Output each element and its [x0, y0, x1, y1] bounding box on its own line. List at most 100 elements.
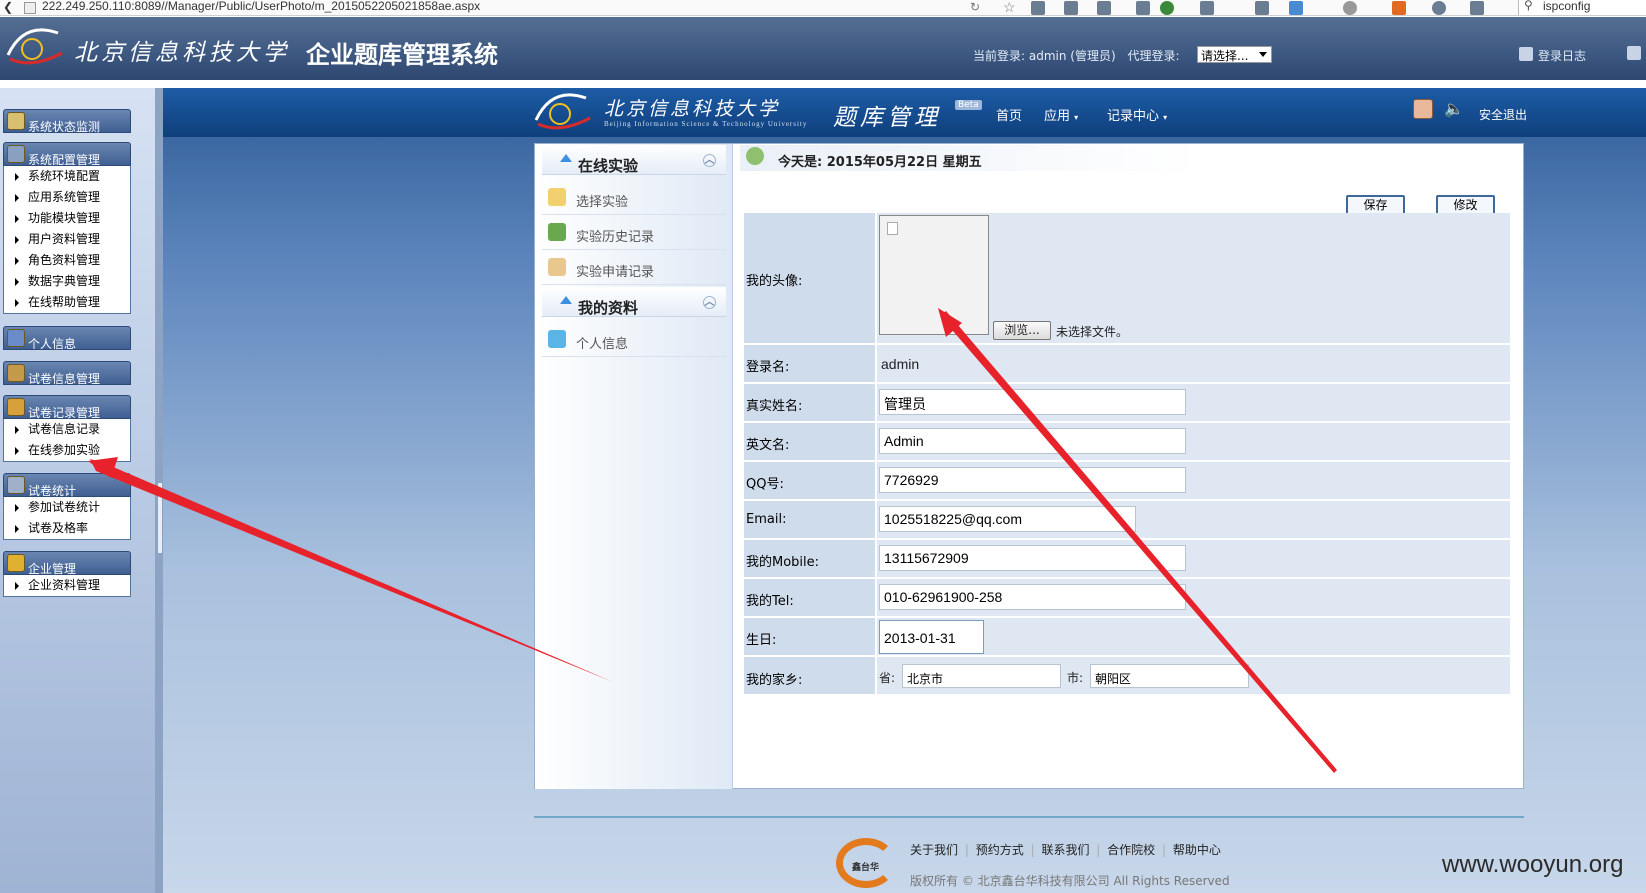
watermark: www.wooyun.org — [1442, 851, 1624, 878]
home-icon[interactable] — [1097, 1, 1111, 15]
reload-icon[interactable]: ↻ — [970, 0, 980, 14]
sidebar-group-paper-stats[interactable]: 试卷统计 — [3, 473, 131, 498]
company-logo-text: 鑫台华 — [852, 863, 880, 873]
sidebar-group-system-config[interactable]: 系统配置管理 — [3, 142, 131, 167]
enterprise-icon — [7, 554, 25, 572]
login-name-label: 登录名: — [744, 345, 875, 382]
proxy-login-select[interactable]: 请选择... — [1197, 46, 1272, 63]
no-file-text: 未选择文件。 — [1056, 325, 1129, 339]
sidebar-item-app-system[interactable]: 应用系统管理 — [4, 187, 130, 208]
browser-search-field[interactable]: ⚲ ispconfig — [1518, 0, 1646, 15]
province-select[interactable]: 北京市 — [902, 664, 1061, 688]
toolbar-extra-icon[interactable] — [1627, 46, 1641, 60]
edit-button[interactable]: 修改 — [1436, 195, 1495, 215]
footer-link-contact[interactable]: 联系我们 — [1041, 843, 1089, 857]
footer-link-partners[interactable]: 合作院校 — [1107, 843, 1155, 857]
sidebar-item-module-manage[interactable]: 功能模块管理 — [4, 208, 130, 229]
extension-icon[interactable] — [1392, 1, 1406, 15]
nav-item-experiment-request[interactable]: 实验申请记录 — [542, 250, 726, 285]
sidebar-group-enterprise[interactable]: 企业管理 — [3, 551, 131, 576]
sidebar-item-pass-rate[interactable]: 试卷及格率 — [4, 518, 130, 539]
footer-divider — [534, 816, 1524, 818]
nav-item-label: 实验历史记录 — [576, 230, 655, 245]
bookmark-star-icon[interactable]: ☆ — [1003, 0, 1016, 16]
nav-home[interactable]: 首页 — [996, 105, 1022, 124]
sidebar-group-paper-records[interactable]: 试卷记录管理 — [3, 395, 131, 420]
plant-icon — [746, 147, 764, 165]
sidebar-item-participation-stats[interactable]: 参加试卷统计 — [4, 497, 130, 518]
tel-label: 我的Tel: — [744, 579, 875, 616]
avatar[interactable] — [1413, 99, 1433, 119]
sidebar-group-paper-info[interactable]: 试卷信息管理 — [3, 361, 131, 386]
send-icon[interactable] — [1136, 1, 1150, 15]
tel-input[interactable]: 010-62961900-258 — [879, 584, 1186, 610]
sidebar-item-role-manage[interactable]: 角色资料管理 — [4, 250, 130, 271]
save-button[interactable]: 保存 — [1346, 195, 1405, 215]
sidebar-item-enterprise-info[interactable]: 企业资料管理 — [4, 575, 130, 596]
logout-link[interactable]: 安全退出 — [1479, 106, 1527, 123]
footer-separator: | — [1096, 843, 1101, 857]
window-icon[interactable] — [1470, 1, 1484, 15]
city-select[interactable]: 朝阳区 — [1090, 664, 1249, 688]
address-bar-url[interactable]: 222.249.250.110:8089//Manager/Public/Use… — [42, 0, 480, 13]
proxy-login-label: 代理登录: — [1127, 49, 1180, 63]
collapse-icon[interactable]: ︿ — [703, 296, 716, 309]
sidebar-item-dictionary[interactable]: 数据字典管理 — [4, 271, 130, 292]
birthday-input[interactable]: 2013-01-31 — [879, 620, 984, 654]
footer-separator: | — [1162, 843, 1167, 857]
addon-icon[interactable] — [1160, 1, 1174, 15]
sidebar-item-user-manage[interactable]: 用户资料管理 — [4, 229, 130, 250]
browse-button[interactable]: 浏览... — [993, 321, 1051, 340]
sidebar-item-online-experiment[interactable]: 在线参加实验 — [4, 440, 130, 461]
sidebar-item-env-config[interactable]: 系统环境配置 — [4, 166, 130, 187]
proxy-select-value: 请选择... — [1201, 49, 1249, 63]
qq-input[interactable]: 7726929 — [879, 467, 1186, 493]
back-icon[interactable]: ❮ — [3, 0, 13, 14]
footer-link-help[interactable]: 帮助中心 — [1173, 843, 1221, 857]
mobile-label: 我的Mobile: — [744, 540, 875, 577]
chevron-down-icon — [1259, 52, 1267, 57]
sidebar-group-title: 试卷统计 — [28, 484, 77, 498]
mobile-input[interactable]: 13115672909 — [879, 545, 1186, 571]
reader-icon[interactable] — [1031, 1, 1045, 15]
login-log-link[interactable]: 登录日志 — [1538, 47, 1586, 64]
inner-header: 北京信息科技大学 Beijing Information Science & T… — [163, 88, 1646, 137]
nav-section-my-profile[interactable]: 我的资料 ︿ — [542, 287, 726, 317]
nav-records[interactable]: 记录中心 ▾ — [1107, 105, 1167, 124]
nav-section-online-experiment[interactable]: 在线实验 ︿ — [542, 145, 726, 175]
realname-input[interactable]: 管理员 — [879, 389, 1186, 415]
footer-separator: | — [1030, 843, 1035, 857]
nav-item-experiment-history[interactable]: 实验历史记录 — [542, 215, 726, 250]
sidebar-group-system-monitor[interactable]: 系统状态监测 — [3, 109, 131, 134]
today-text: 今天是: 2015年05月22日 星期五 — [778, 155, 982, 170]
collapse-icon[interactable]: ︿ — [703, 154, 716, 167]
sidebar-item-paper-info-record[interactable]: 试卷信息记录 — [4, 419, 130, 440]
footer-link-booking[interactable]: 预约方式 — [976, 843, 1024, 857]
nav-apps[interactable]: 应用 ▾ — [1044, 105, 1078, 124]
download-icon[interactable] — [1064, 1, 1078, 15]
user-icon[interactable] — [1255, 1, 1269, 15]
footer-link-about[interactable]: 关于我们 — [910, 843, 958, 857]
nav-item-personal-info[interactable]: 个人信息 — [542, 322, 726, 357]
nav-item-select-experiment[interactable]: 选择实验 — [542, 180, 726, 215]
email-input[interactable]: 1025518225@qq.com — [879, 506, 1136, 532]
nav-section-title: 我的资料 — [578, 299, 639, 317]
english-name-input[interactable]: Admin — [879, 428, 1186, 454]
current-login: 当前登录: admin (管理员) 代理登录: — [973, 47, 1180, 64]
chat-icon[interactable] — [1432, 1, 1446, 15]
speaker-icon[interactable]: 🔈 — [1444, 99, 1464, 118]
adblock-icon[interactable] — [1343, 1, 1357, 15]
birthday-cell: 2013-01-31 — [877, 618, 1510, 655]
inner-school-logo — [534, 93, 591, 130]
english-name-cell: Admin — [877, 423, 1510, 460]
undo-icon[interactable] — [1200, 1, 1214, 15]
sidebar-item-help[interactable]: 在线帮助管理 — [4, 292, 130, 313]
sidebar-group-title: 企业管理 — [28, 562, 77, 576]
sidebar-group-personal-info[interactable]: 个人信息 — [3, 326, 131, 351]
broken-image-icon — [887, 222, 898, 235]
realname-cell: 管理员 — [877, 384, 1510, 421]
caret-down-icon: ▾ — [1163, 113, 1168, 122]
screenshot-icon[interactable] — [1289, 1, 1303, 15]
province-label: 省: — [879, 671, 896, 685]
english-name-label: 英文名: — [744, 423, 875, 460]
